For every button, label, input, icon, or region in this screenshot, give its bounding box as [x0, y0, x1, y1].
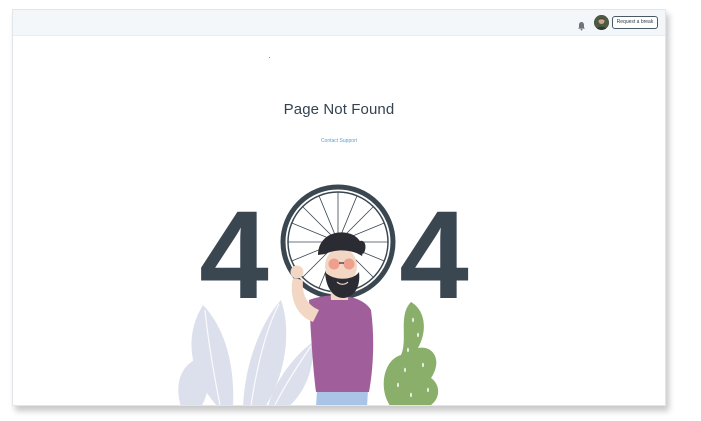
digit-four-left: 4 — [199, 186, 269, 325]
page: Request a break Page Not Found Contact S… — [0, 0, 701, 421]
404-illustration: 4 4 — [178, 184, 469, 405]
app-window: Request a break Page Not Found Contact S… — [12, 9, 666, 406]
